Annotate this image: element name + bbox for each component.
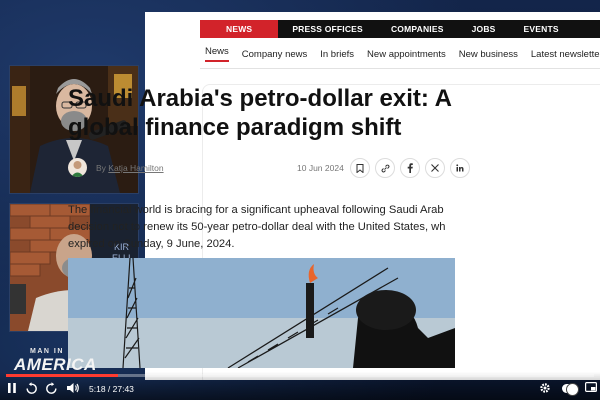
byline: By Katja Hamilton 10 Jun 2024 (68, 158, 470, 184)
nav-companies[interactable]: COMPANIES (377, 20, 458, 38)
rewind-icon[interactable] (25, 382, 38, 399)
facebook-icon[interactable] (400, 158, 420, 178)
bookmark-icon[interactable] (350, 158, 370, 178)
subnav-new-business[interactable]: New business (459, 49, 518, 60)
article-hero-image (68, 258, 455, 368)
settings-icon[interactable] (539, 382, 551, 398)
nav-events[interactable]: EVENTS (510, 20, 573, 38)
volume-icon[interactable] (66, 382, 80, 398)
sub-navigation: News Company news In briefs New appointm… (205, 43, 600, 65)
article-body: The financial world is bracing for a sig… (68, 202, 454, 262)
author-link[interactable]: Katja Hamilton (108, 163, 163, 173)
subnav-company-news[interactable]: Company news (242, 49, 307, 60)
autoplay-toggle[interactable] (562, 383, 579, 396)
progress-bar[interactable] (6, 374, 594, 377)
subnav-in-briefs[interactable]: In briefs (320, 49, 354, 60)
body-line-2: decision not to renew its 50-year petro-… (68, 221, 446, 233)
subnav-news[interactable]: News (205, 46, 229, 62)
top-navigation: NEWS PRESS OFFICES COMPANIES JOBS EVENTS (200, 20, 600, 38)
article-headline: Saudi Arabia's petro-dollar exit: A glob… (68, 84, 468, 142)
x-icon[interactable] (425, 158, 445, 178)
body-line-1: The financial world is bracing for a sig… (68, 204, 444, 216)
headline-line-1: Saudi Arabia's petro-dollar exit: A (68, 85, 452, 112)
forward-icon[interactable] (45, 382, 58, 399)
time-display: 5:18 / 27:43 (89, 384, 134, 394)
nav-press-offices[interactable]: PRESS OFFICES (278, 20, 377, 38)
share-buttons (350, 158, 470, 178)
byline-text: By Katja Hamilton (96, 163, 164, 173)
subnav-new-appointments[interactable]: New appointments (367, 49, 446, 60)
author-avatar (68, 158, 87, 177)
body-line-3: expired on Sunday, 9 June, 2024. (68, 238, 235, 250)
nav-news[interactable]: NEWS (200, 20, 279, 38)
nav-jobs[interactable]: JOBS (458, 20, 510, 38)
miniplayer-icon[interactable] (585, 382, 598, 396)
link-icon[interactable] (375, 158, 395, 178)
pause-icon[interactable] (7, 382, 17, 398)
headline-line-2: global finance paradigm shift (68, 114, 402, 141)
progress-fill (6, 374, 119, 377)
nav-divider (200, 68, 600, 69)
publish-date: 10 Jun 2024 (297, 163, 344, 173)
by-prefix: By (96, 163, 106, 173)
show-logo-subtitle: MAN IN (30, 348, 64, 355)
subnav-latest-newsletter[interactable]: Latest newsletter (531, 49, 600, 60)
linkedin-icon[interactable] (450, 158, 470, 178)
